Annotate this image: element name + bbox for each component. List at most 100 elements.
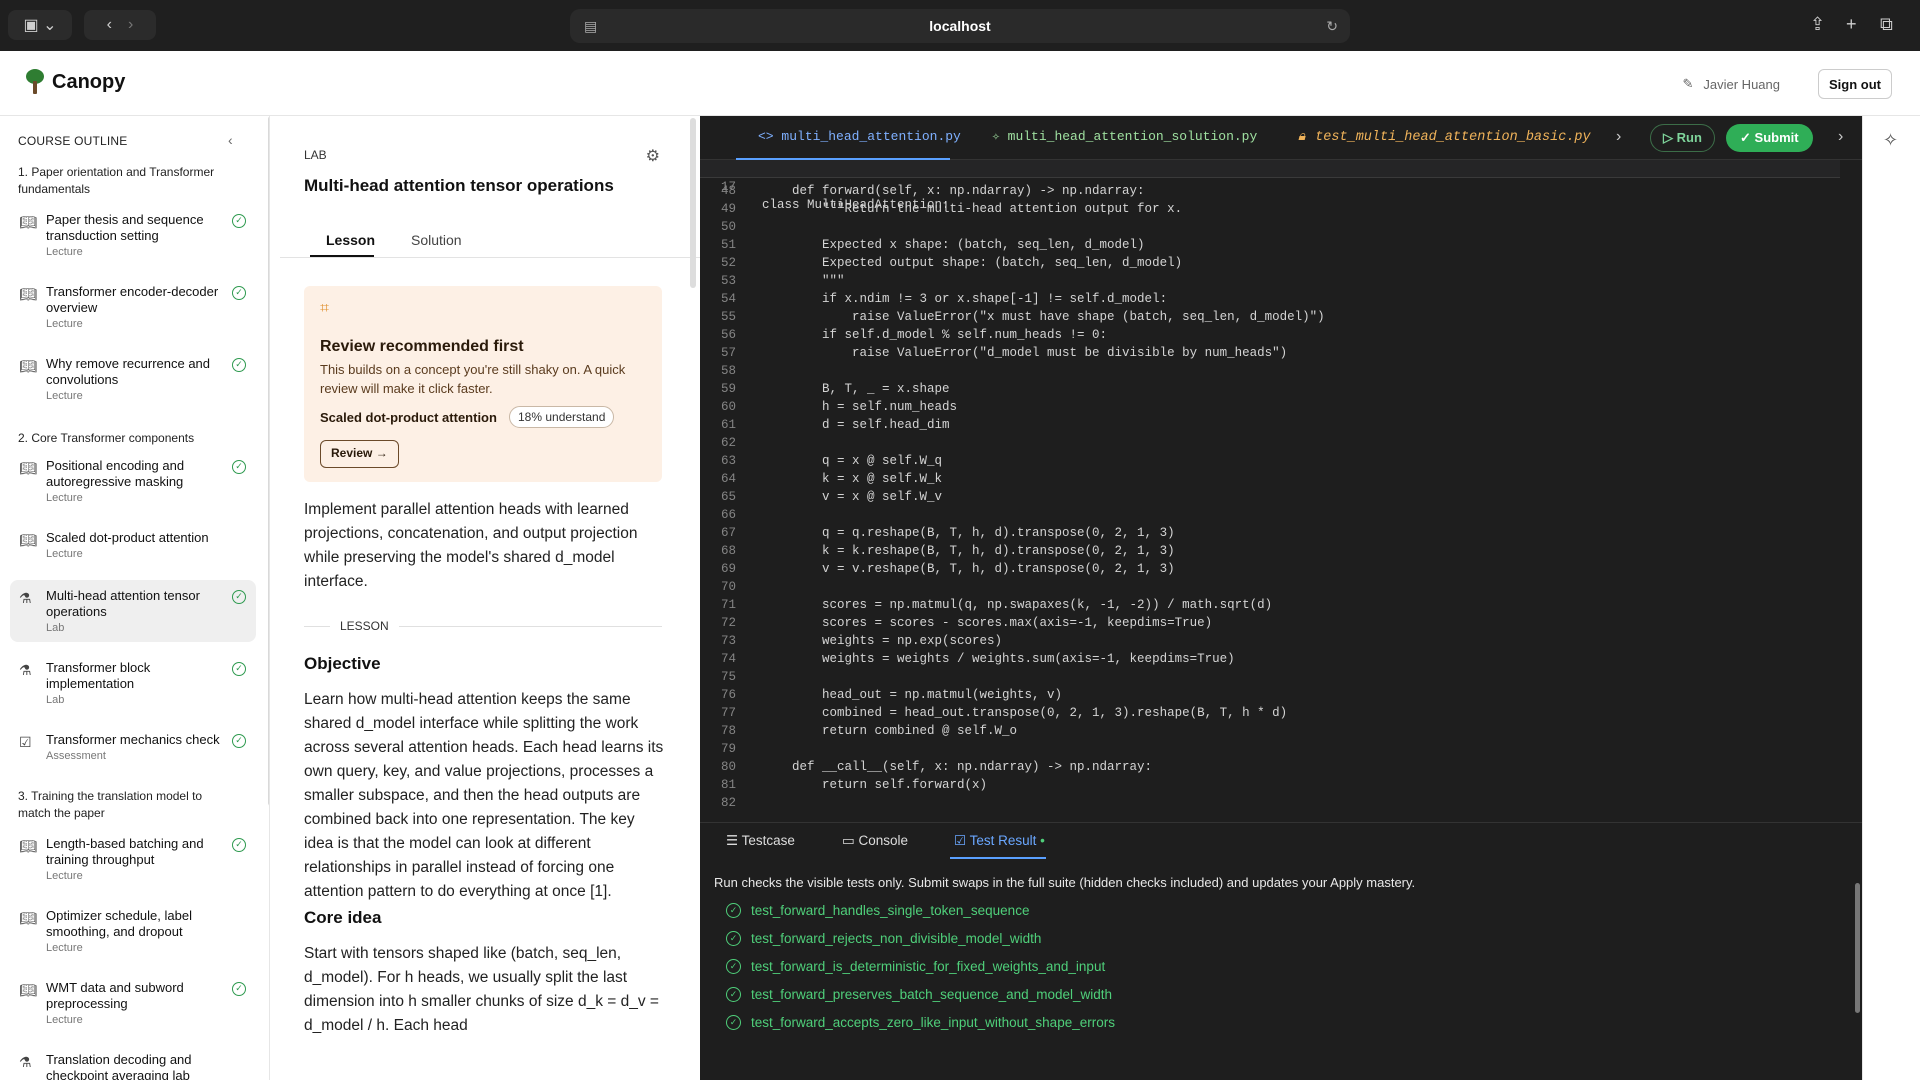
run-button[interactable]: ▷ Run: [1650, 124, 1715, 152]
gear-icon[interactable]: ⚙: [646, 146, 660, 166]
item-label: Translation decoding and checkpoint aver…: [46, 1052, 192, 1080]
checklist-icon: ☑: [954, 833, 967, 848]
code-line: Expected x shape: (batch, seq_len, d_mod…: [762, 238, 1145, 252]
collapse-sidebar-icon[interactable]: ‹: [228, 132, 233, 148]
submit-button[interactable]: ✓ Submit: [1726, 124, 1813, 152]
item-type: Lab: [46, 622, 65, 634]
tab-solution[interactable]: Solution: [411, 232, 462, 248]
line-number: 53: [720, 274, 736, 288]
test-name: test_forward_is_deterministic_for_fixed_…: [751, 959, 1106, 974]
review-body: This builds on a concept you're still sh…: [320, 362, 626, 396]
line-number: 59: [720, 382, 736, 396]
code-line: v = v.reshape(B, T, h, d).transpose(0, 2…: [762, 562, 1175, 576]
review-topic: Scaled dot-product attention: [320, 410, 497, 425]
line-number: 73: [720, 634, 736, 648]
lock-icon: 🔒︎: [1298, 130, 1306, 145]
flask-icon: ⚗︎: [19, 590, 32, 606]
chevron-right-icon[interactable]: ›: [1616, 128, 1621, 146]
panel-scrollbar[interactable]: [1855, 883, 1860, 1013]
tab-lesson[interactable]: Lesson: [326, 232, 375, 248]
sign-out-button[interactable]: Sign out: [1818, 69, 1892, 99]
chevron-right-icon[interactable]: ›: [1838, 128, 1843, 146]
lesson-scrollbar[interactable]: [690, 118, 696, 288]
sidebar-item-encoder-decoder[interactable]: 📖︎ Transformer encoder-decoder overview …: [10, 276, 256, 338]
section-heading: 1. Paper orientation and Transformer fun…: [18, 165, 215, 196]
code-line: combined = head_out.transpose(0, 2, 1, 3…: [762, 706, 1288, 720]
tabs-overview-icon[interactable]: ⧉: [1880, 14, 1893, 35]
check-circle-icon: ✓: [726, 987, 741, 1002]
code-line: scores = np.matmul(q, np.swapaxes(k, -1,…: [762, 598, 1273, 612]
test-result-row[interactable]: ✓ test_forward_rejects_non_divisible_mode…: [726, 931, 1041, 946]
line-number: 75: [720, 670, 736, 684]
line-number: 54: [720, 292, 736, 306]
tab-label: Test Result: [969, 833, 1037, 848]
code-line: weights = weights / weights.sum(axis=-1,…: [762, 652, 1235, 666]
status-dot-icon: •: [1040, 833, 1045, 848]
address-bar[interactable]: ▤ localhost ↻: [570, 9, 1350, 43]
item-type: Lecture: [46, 942, 83, 954]
ai-sparkle-icon[interactable]: ✧: [1883, 130, 1898, 151]
address-text: localhost: [929, 18, 991, 34]
tab-test-result[interactable]: ☑ Test Result •: [954, 833, 1045, 849]
code-line: B, T, _ = x.shape: [762, 382, 950, 396]
code-line: Expected output shape: (batch, seq_len, …: [762, 256, 1183, 270]
core-idea-text: Start with tensors shaped like (batch, s…: [304, 945, 659, 1034]
code-line: v = x @ self.W_v: [762, 490, 943, 504]
app-name: Canopy: [52, 70, 126, 93]
sidebar-item-scaled-dot-product[interactable]: 📖︎ Scaled dot-product attention Lecture: [10, 522, 256, 568]
tab-multi-head-attention[interactable]: <> multi_head_attention.py: [758, 129, 961, 144]
terminal-icon: ▭: [842, 833, 855, 848]
sidebar-item-optimizer-schedule[interactable]: 📖︎ Optimizer schedule, label smoothing, …: [10, 900, 256, 962]
forward-icon[interactable]: ›: [128, 16, 133, 34]
section-label: LESSON: [330, 619, 399, 633]
tab-console[interactable]: ▭ Console: [842, 833, 908, 849]
line-number: 74: [720, 652, 736, 666]
line-number: 51: [720, 238, 736, 252]
line-number: 57: [720, 346, 736, 360]
line-number: 62: [720, 436, 736, 450]
item-type: Lecture: [46, 870, 83, 882]
test-result-row[interactable]: ✓ test_forward_is_deterministic_for_fixed…: [726, 959, 1105, 974]
user-menu[interactable]: ✎ Javier Huang: [1682, 76, 1780, 92]
tab-solution-file[interactable]: ✧ multi_head_attention_solution.py: [992, 129, 1257, 144]
sidebar-item-wmt-data[interactable]: 📖︎ WMT data and subword preprocessing Le…: [10, 972, 256, 1034]
run-label: Run: [1676, 130, 1702, 145]
app-logo[interactable]: Canopy: [26, 69, 125, 95]
review-button[interactable]: Review →: [320, 440, 399, 468]
sidebar-item-remove-recurrence[interactable]: 📖︎ Why remove recurrence and convolution…: [10, 348, 256, 410]
code-area[interactable]: 17 class MultiHeadAttention: 48 def forw…: [700, 160, 1862, 820]
sidebar-item-mechanics-check[interactable]: ☑ Transformer mechanics check Assessment…: [10, 724, 256, 770]
reload-icon[interactable]: ↻: [1326, 18, 1338, 35]
sidebar-item-length-batching[interactable]: 📖︎ Length-based batching and training th…: [10, 828, 256, 890]
sidebar-item-translation-decoding[interactable]: ⚗︎ Translation decoding and checkpoint a…: [10, 1044, 256, 1080]
line-number: 60: [720, 400, 736, 414]
new-tab-icon[interactable]: +: [1846, 14, 1857, 35]
lesson-tabs: Lesson Solution: [280, 226, 700, 258]
sidebar-toggle-button[interactable]: ▣ ⌄: [8, 10, 72, 40]
line-number: 70: [720, 580, 736, 594]
line-number: 49: [720, 202, 736, 216]
share-icon[interactable]: ⇪: [1810, 14, 1825, 35]
line-number: 50: [720, 220, 736, 234]
item-type: Lecture: [46, 548, 83, 560]
sidebar-item-multi-head-attention[interactable]: ⚗︎ Multi-head attention tensor operation…: [10, 580, 256, 642]
test-result-row[interactable]: ✓ test_forward_handles_single_token_seque…: [726, 903, 1029, 918]
back-icon[interactable]: ‹: [107, 16, 112, 34]
sidebar-item-positional-encoding[interactable]: 📖︎ Positional encoding and autoregressiv…: [10, 450, 256, 512]
review-heading: Review recommended first: [320, 338, 524, 355]
page-menu-icon[interactable]: ▤: [584, 18, 597, 35]
sidebar-scrollbar[interactable]: [268, 116, 269, 806]
tab-test-file[interactable]: 🔒︎ test_multi_head_attention_basic.py: [1298, 129, 1591, 146]
test-result-row[interactable]: ✓ test_forward_preserves_batch_sequence_a…: [726, 987, 1112, 1002]
objective-heading: Objective: [304, 654, 381, 673]
sidebar-item-paper-thesis[interactable]: 📖︎ Paper thesis and sequence transductio…: [10, 204, 256, 266]
line-number: 81: [720, 778, 736, 792]
objective-text: Learn how multi-head attention keeps the…: [304, 691, 664, 900]
line-number: 52: [720, 256, 736, 270]
check-circle-icon: ✓: [232, 358, 246, 372]
test-name: test_forward_accepts_zero_like_input_wit…: [751, 1015, 1115, 1030]
sidebar-item-transformer-block[interactable]: ⚗︎ Transformer block implementation Lab …: [10, 652, 256, 714]
tab-testcase[interactable]: ☰ Testcase: [726, 833, 795, 849]
line-number: 76: [720, 688, 736, 702]
test-result-row[interactable]: ✓ test_forward_accepts_zero_like_input_wi…: [726, 1015, 1115, 1030]
